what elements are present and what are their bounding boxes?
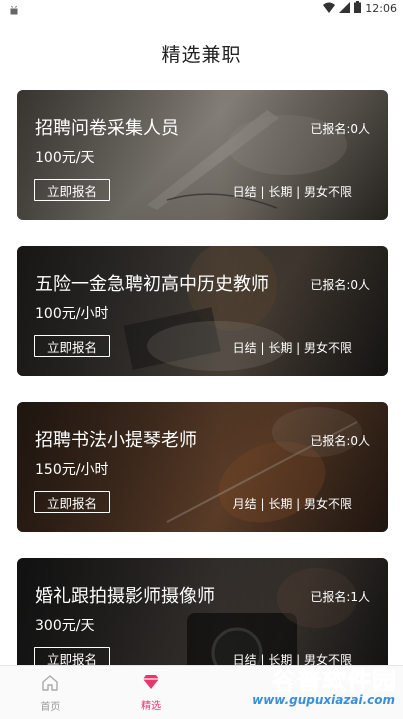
signal-icon [339, 1, 351, 16]
applied-count: 已报名:0人 [310, 434, 370, 448]
job-tags: 月结 | 长期 | 男女不限 [232, 497, 352, 511]
apply-button[interactable]: 立即报名 [34, 647, 110, 665]
tab-featured[interactable]: 精选 [101, 666, 202, 719]
job-card[interactable]: 五险一金急聘初高中历史教师 已报名:0人 100元/小时 立即报名 日结 | 长… [17, 246, 388, 376]
job-title: 五险一金急聘初高中历史教师 [35, 274, 269, 295]
job-card[interactable]: 招聘问卷采集人员 已报名:0人 100元/天 立即报名 日结 | 长期 | 男女… [17, 90, 388, 220]
apply-button[interactable]: 立即报名 [34, 179, 110, 201]
wifi-icon [323, 2, 336, 16]
page-header: 精选兼职 [0, 16, 403, 90]
tab-home-label: 首页 [40, 701, 61, 713]
applied-count: 已报名:0人 [310, 278, 370, 292]
diamond-icon [142, 674, 160, 694]
status-time: 12:06 [365, 2, 397, 15]
tab-home[interactable]: 首页 [0, 666, 101, 719]
job-title: 招聘书法小提琴老师 [35, 430, 197, 451]
job-title: 婚礼跟拍摄影师摄像师 [35, 586, 215, 607]
tab-featured-label: 精选 [141, 701, 162, 712]
applied-count: 已报名:0人 [310, 122, 370, 136]
job-title: 招聘问卷采集人员 [35, 118, 179, 139]
home-icon [41, 674, 59, 695]
apply-button[interactable]: 立即报名 [34, 491, 110, 513]
job-salary: 100元/小时 [35, 306, 109, 322]
job-list[interactable]: 招聘问卷采集人员 已报名:0人 100元/天 立即报名 日结 | 长期 | 男女… [0, 90, 403, 665]
watermark-brand: 谷普软件园 [272, 667, 397, 696]
watermark-url: www.gupuxiazai.com [252, 693, 395, 707]
applied-count: 已报名:1人 [310, 590, 370, 604]
job-salary: 100元/天 [35, 150, 95, 166]
battery-icon [354, 1, 362, 16]
job-card[interactable]: 婚礼跟拍摄影师摄像师 已报名:1人 300元/天 立即报名 日结 | 长期 | … [17, 558, 388, 665]
status-bar: 12:06 [0, 0, 403, 16]
job-salary: 300元/天 [35, 618, 95, 634]
apply-button[interactable]: 立即报名 [34, 335, 110, 357]
watermark-logo: 谷普软件园 www.gupuxiazai.com [219, 655, 401, 715]
job-salary: 150元/小时 [35, 462, 109, 478]
job-card[interactable]: 招聘书法小提琴老师 已报名:0人 150元/小时 立即报名 月结 | 长期 | … [17, 402, 388, 532]
job-tags: 日结 | 长期 | 男女不限 [232, 185, 352, 199]
page-title: 精选兼职 [161, 43, 242, 66]
job-tags: 日结 | 长期 | 男女不限 [232, 341, 352, 355]
